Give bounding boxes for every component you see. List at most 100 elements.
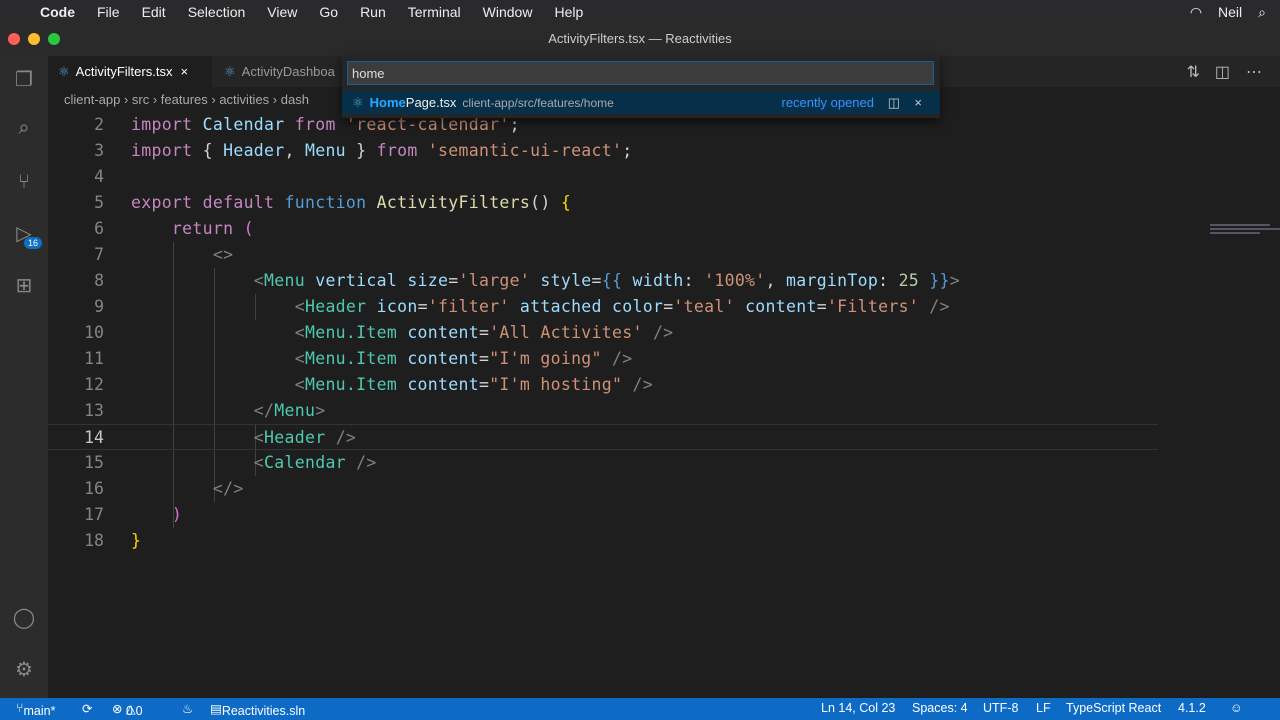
tab-activity-dashboard[interactable]: ⚛ ActivityDashboa: [214, 56, 345, 87]
code-line[interactable]: 14 <Header />: [48, 424, 1158, 450]
code-line[interactable]: 15 <Calendar />: [48, 450, 1158, 476]
code-line[interactable]: 9 <Header icon='filter' attached color='…: [48, 294, 1158, 320]
code-line[interactable]: 7 <>: [48, 242, 1158, 268]
code-text: <Calendar />: [131, 450, 377, 476]
tab-label: ActivityFilters.tsx: [75, 64, 173, 79]
code-token: 'large': [458, 271, 541, 290]
react-icon: ⚛: [352, 94, 364, 110]
code-token: return: [131, 219, 244, 238]
menu-run[interactable]: Run: [360, 4, 386, 20]
code-token: Calendar: [202, 115, 295, 134]
cursor-position[interactable]: Ln 14, Col 23: [821, 701, 895, 715]
code-line[interactable]: 3 import { Header, Menu } from 'semantic-…: [48, 138, 1158, 164]
run-debug-icon[interactable]: ▷: [12, 222, 36, 246]
explorer-icon[interactable]: ❐: [12, 68, 36, 92]
encoding[interactable]: UTF-8: [983, 701, 1018, 715]
menu-window[interactable]: Window: [483, 4, 533, 20]
compare-changes-icon[interactable]: ⇅: [1187, 62, 1200, 82]
code-token: >: [949, 271, 960, 290]
search-icon[interactable]: ⌕: [12, 116, 36, 140]
menu-edit[interactable]: Edit: [142, 4, 166, 20]
flame-icon[interactable]: ♨: [182, 701, 193, 716]
code-token: Header: [264, 428, 336, 447]
code-line[interactable]: 4: [48, 164, 1158, 190]
code-editor[interactable]: 2 import Calendar from 'react-calendar'; 3…: [48, 112, 1280, 698]
line-number: 17: [84, 505, 104, 524]
code-line[interactable]: 6 return (: [48, 216, 1158, 242]
source-control-icon[interactable]: ⑂: [12, 170, 36, 194]
end-of-line[interactable]: LF: [1036, 701, 1051, 715]
code-token: Calendar: [264, 453, 357, 472]
wifi-icon[interactable]: ◠: [1190, 4, 1202, 21]
code-token: export: [131, 193, 203, 212]
ts-version[interactable]: 4.1.2: [1178, 701, 1206, 715]
code-token: function: [284, 193, 377, 212]
code-token: <: [131, 323, 305, 342]
gear-icon[interactable]: ⚙: [12, 658, 36, 682]
branch-name: main*: [23, 704, 56, 718]
extensions-icon[interactable]: ⊞: [12, 274, 36, 298]
code-text: return (: [131, 216, 254, 242]
line-number: 8: [94, 271, 104, 290]
more-actions-icon[interactable]: ⋯: [1246, 62, 1262, 82]
quick-open-input[interactable]: [347, 61, 934, 85]
zoom-window-button[interactable]: [48, 33, 60, 45]
sync-icon[interactable]: ⟳: [82, 701, 92, 716]
branch-status[interactable]: ⑂ main*: [16, 701, 55, 718]
search-icon[interactable]: ⌕: [1258, 4, 1266, 21]
close-icon[interactable]: ×: [180, 64, 188, 79]
code-line[interactable]: 13 </Menu>: [48, 398, 1158, 424]
quick-open-result[interactable]: ⚛ Home Page.tsx client-app/src/features/…: [342, 91, 940, 114]
language-mode[interactable]: TypeScript React: [1066, 701, 1161, 715]
menu-app[interactable]: Code: [40, 4, 75, 20]
macos-menubar: Code File Edit Selection View Go Run Terminal W…: [0, 0, 1280, 24]
menu-selection[interactable]: Selection: [188, 4, 246, 20]
feedback-icon[interactable]: ☺: [1230, 701, 1243, 715]
menu-go[interactable]: Go: [319, 4, 338, 20]
code-line[interactable]: 12 <Menu.Item content="I'm hosting" />: [48, 372, 1158, 398]
problems-status[interactable]: ⊗ 0 △ 0: [112, 701, 143, 718]
menu-help[interactable]: Help: [554, 4, 583, 20]
remove-icon[interactable]: ×: [914, 95, 922, 110]
indentation[interactable]: Spaces: 4: [912, 701, 968, 715]
code-line[interactable]: 11 <Menu.Item content="I'm going" />: [48, 346, 1158, 372]
code-token: default: [202, 193, 285, 212]
code-token: =: [448, 271, 459, 290]
code-token: ActivityFilters: [376, 193, 531, 212]
code-token: Menu.Item: [304, 349, 408, 368]
code-token: content: [407, 375, 479, 394]
code-line[interactable]: 10 <Menu.Item content='All Activites' />: [48, 320, 1158, 346]
code-token: :: [683, 271, 705, 290]
code-line[interactable]: 5 export default function ActivityFilters…: [48, 190, 1158, 216]
code-token: />: [929, 297, 950, 316]
menu-view[interactable]: View: [267, 4, 297, 20]
code-line[interactable]: 18}: [48, 528, 1158, 554]
minimize-window-button[interactable]: [28, 33, 40, 45]
code-line[interactable]: 17 ): [48, 502, 1158, 528]
line-number: 7: [94, 245, 104, 264]
menu-terminal[interactable]: Terminal: [408, 4, 461, 20]
solution-status[interactable]: ▤ Reactivities.sln: [210, 701, 305, 718]
close-window-button[interactable]: [8, 33, 20, 45]
code-token: Menu: [304, 141, 357, 160]
code-token: <: [131, 349, 305, 368]
line-number: 6: [94, 219, 104, 238]
code-text: }: [131, 528, 141, 554]
code-line[interactable]: 8 <Menu vertical size='large' style={{ w…: [48, 268, 1158, 294]
minimap[interactable]: [1210, 222, 1280, 252]
code-token: =: [417, 297, 428, 316]
line-number: 15: [84, 453, 104, 472]
code-token: {{: [601, 271, 633, 290]
line-number: 3: [94, 141, 104, 160]
code-token: 'semantic-ui-react': [427, 141, 623, 160]
open-to-side-icon[interactable]: ◫: [888, 95, 900, 111]
user-name[interactable]: Neil: [1218, 4, 1242, 20]
account-icon[interactable]: ◯: [12, 606, 36, 630]
menu-file[interactable]: File: [97, 4, 120, 20]
split-editor-icon[interactable]: ◫: [1215, 62, 1230, 82]
code-line[interactable]: 16 </>: [48, 476, 1158, 502]
code-token: ): [131, 505, 183, 524]
tab-activity-filters[interactable]: ⚛ ActivityFilters.tsx ×: [48, 56, 212, 87]
line-number: 2: [94, 115, 104, 134]
code-token: import: [131, 141, 203, 160]
